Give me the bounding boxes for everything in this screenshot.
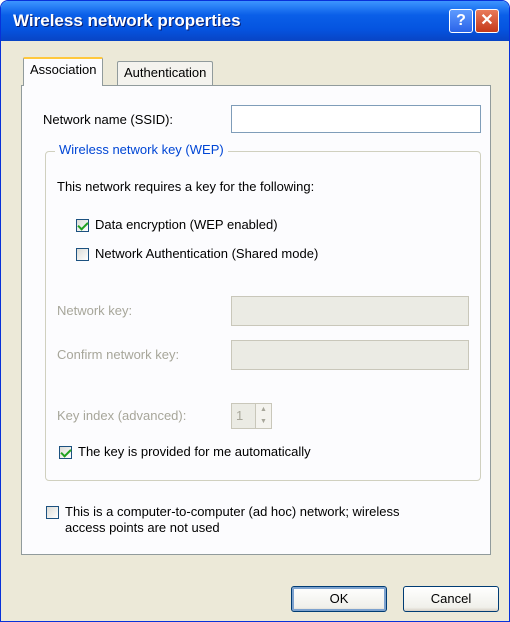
key-index-spinner[interactable]: ▲ ▼ [255, 403, 272, 429]
network-auth-checkbox[interactable] [76, 248, 89, 261]
window-title: Wireless network properties [13, 11, 241, 30]
cancel-button[interactable]: Cancel [403, 586, 499, 612]
ssid-label: Network name (SSID): [43, 112, 174, 127]
ssid-input[interactable] [231, 105, 481, 133]
wep-group-title: Wireless network key (WEP) [55, 142, 228, 157]
tab-association[interactable]: Association [23, 57, 104, 86]
auto-key-checkbox[interactable] [59, 446, 72, 459]
title-bar[interactable]: Wireless network properties ? ✕ [1, 1, 509, 41]
network-key-input[interactable] [231, 296, 469, 326]
adhoc-label-line1[interactable]: This is a computer-to-computer (ad hoc) … [65, 504, 400, 519]
spin-up-icon[interactable]: ▲ [256, 404, 271, 416]
dialog-window: Wireless network properties ? ✕ Associat… [0, 0, 510, 622]
adhoc-checkbox[interactable] [46, 506, 59, 519]
close-button[interactable]: ✕ [475, 9, 499, 33]
adhoc-label-line2[interactable]: access points are not used [65, 520, 220, 535]
network-key-label: Network key: [57, 303, 133, 318]
requires-text: This network requires a key for the foll… [57, 179, 315, 194]
confirm-key-input[interactable] [231, 340, 469, 370]
auto-key-label[interactable]: The key is provided for me automatically [78, 444, 311, 459]
help-button[interactable]: ? [449, 9, 473, 33]
key-index-field[interactable]: 1 [231, 403, 256, 429]
tab-authentication[interactable]: Authentication [117, 61, 214, 85]
network-auth-label[interactable]: Network Authentication (Shared mode) [95, 246, 318, 261]
data-encryption-label[interactable]: Data encryption (WEP enabled) [95, 217, 278, 232]
spin-down-icon[interactable]: ▼ [256, 416, 271, 428]
key-index-label: Key index (advanced): [57, 408, 187, 423]
data-encryption-checkbox[interactable] [76, 219, 89, 232]
ok-button[interactable]: OK [291, 586, 387, 612]
confirm-key-label: Confirm network key: [57, 347, 180, 362]
